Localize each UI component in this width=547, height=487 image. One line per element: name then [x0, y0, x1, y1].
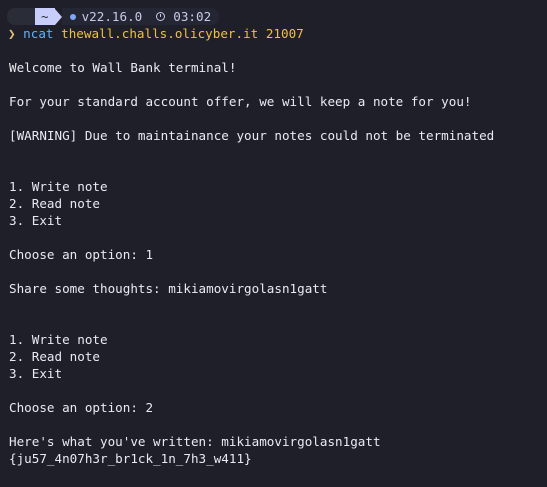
directory-segment: ~ — [35, 8, 55, 25]
command-args: thewall.challs.olicyber.it 21007 — [61, 26, 304, 41]
clock-icon — [156, 12, 166, 21]
output-warning: [WARNING] Due to maintainance your notes… — [9, 128, 495, 143]
segment-separator — [54, 8, 62, 25]
apple-icon — [7, 8, 35, 25]
command-line: ❯ ncat thewall.challs.olicyber.it 21007 — [8, 26, 304, 41]
output-welcome: Welcome to Wall Bank terminal! — [9, 60, 237, 75]
menu-item-write: 1. Write note — [9, 179, 108, 194]
menu-item-read: 2. Read note — [9, 196, 100, 211]
prompt-bar: ~ v22.16.0 03:02 — [7, 8, 220, 25]
time-segment: 03:02 — [152, 8, 220, 25]
output-offer: For your standard account offer, we will… — [9, 94, 472, 109]
output-choose-1: Choose an option: 1 — [9, 247, 154, 262]
menu-item-write: 1. Write note — [9, 332, 108, 347]
output-choose-2: Choose an option: 2 — [9, 400, 154, 415]
prompt-chevron-icon: ❯ — [8, 26, 24, 41]
node-icon — [69, 13, 76, 20]
time-label: 03:02 — [173, 9, 212, 24]
menu-item-exit: 3. Exit — [9, 366, 63, 381]
terminal-window[interactable]: ~ v22.16.0 03:02 ❯ ncat thewall.challs.o… — [0, 0, 547, 487]
node-version-label: v22.16.0 — [81, 9, 143, 24]
output-written: Here's what you've written: mikiamovirgo… — [9, 434, 381, 449]
output-flag: {ju57_4n07h3r_br1ck_1n_7h3_w411} — [9, 451, 252, 466]
node-version-segment: v22.16.0 — [61, 8, 153, 25]
directory-label: ~ — [41, 9, 49, 24]
command-name: ncat — [23, 26, 54, 41]
output-share: Share some thoughts: mikiamovirgolasn1ga… — [9, 281, 328, 296]
menu-item-exit: 3. Exit — [9, 213, 63, 228]
menu-item-read: 2. Read note — [9, 349, 100, 364]
